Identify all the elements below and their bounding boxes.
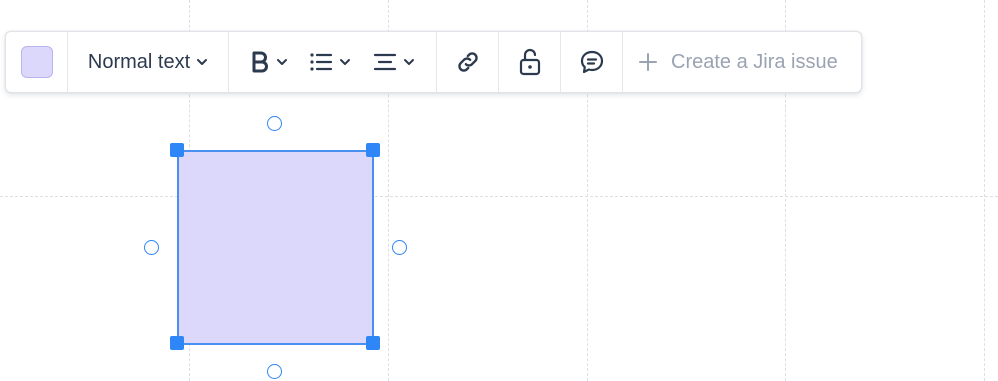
text-style-dropdown[interactable]: Normal text (88, 51, 208, 74)
comment-button[interactable] (579, 49, 605, 75)
bold-icon (252, 51, 268, 73)
connector-handle-left[interactable] (144, 240, 159, 255)
create-issue-group: Create a Jira issue (623, 32, 861, 92)
bold-dropdown[interactable] (250, 50, 288, 74)
comment-icon (580, 50, 603, 74)
format-group (229, 32, 437, 92)
chevron-down-icon (404, 59, 415, 65)
list-dropdown[interactable] (309, 52, 351, 72)
bulleted-list-icon (310, 53, 333, 71)
align-dropdown[interactable] (373, 52, 415, 72)
unlocked-icon (519, 48, 540, 76)
link-button[interactable] (455, 49, 481, 75)
text-style-label: Normal text (87, 50, 191, 73)
create-jira-issue-label: Create a Jira issue (671, 50, 838, 73)
chevron-down-icon (197, 59, 208, 65)
chevron-down-icon (340, 59, 351, 65)
comment-group (561, 32, 623, 92)
plus-icon (639, 53, 657, 71)
lock-group (499, 32, 561, 92)
color-group (6, 32, 68, 92)
text-align-icon (374, 53, 397, 71)
selected-rectangle-shape[interactable] (177, 150, 374, 345)
resize-handle-bottom-right[interactable] (366, 336, 380, 350)
connector-handle-top[interactable] (267, 116, 282, 131)
color-swatch-button[interactable] (20, 46, 53, 78)
resize-handle-top-right[interactable] (366, 143, 380, 157)
chevron-down-icon (276, 59, 287, 65)
link-icon (457, 52, 478, 72)
lock-button[interactable] (518, 48, 542, 76)
resize-handle-bottom-left[interactable] (170, 336, 184, 350)
floating-toolbar: Normal text Create a Jira issue (5, 31, 862, 93)
connector-handle-right[interactable] (392, 240, 407, 255)
connector-handle-bottom[interactable] (267, 364, 282, 379)
resize-handle-top-left[interactable] (170, 143, 184, 157)
text-style-group: Normal text (68, 32, 229, 92)
create-jira-issue-button[interactable]: Create a Jira issue (639, 51, 838, 74)
link-group (437, 32, 499, 92)
